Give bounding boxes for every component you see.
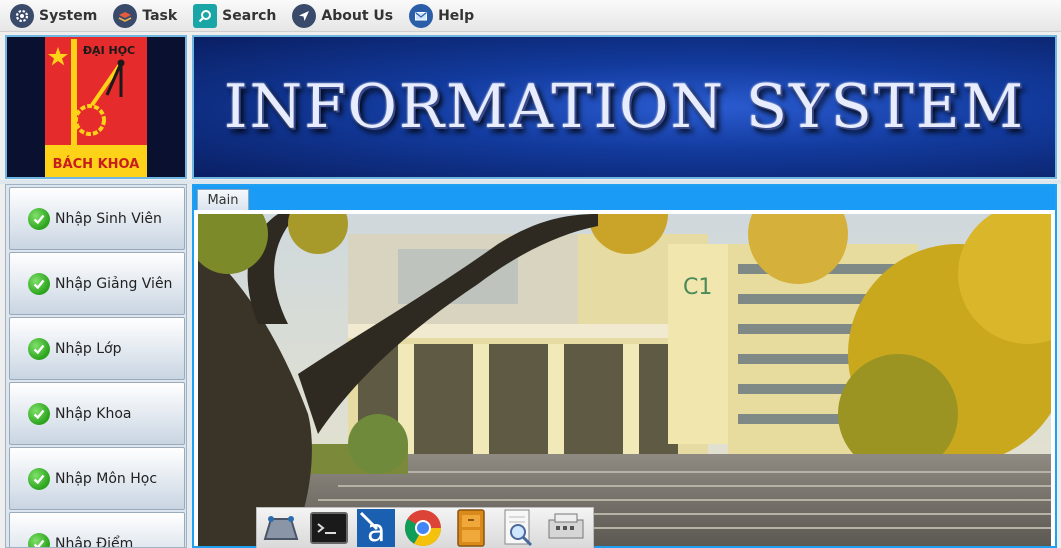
workspace-switcher-icon[interactable] bbox=[261, 509, 301, 547]
campus-building-photo: C1 bbox=[198, 214, 1051, 546]
svg-text:a: a bbox=[367, 514, 385, 547]
app-dock: a bbox=[256, 507, 594, 548]
sidebar-item-nhap-sinh-vien[interactable]: Nhập Sinh Viên bbox=[9, 187, 185, 250]
check-icon bbox=[28, 207, 50, 230]
menu-task[interactable]: Task bbox=[111, 2, 179, 30]
check-icon bbox=[28, 272, 50, 295]
sidebar-item-label: Nhập Khoa bbox=[55, 405, 132, 422]
tab-label: Main bbox=[207, 192, 239, 208]
check-icon bbox=[28, 467, 50, 490]
dictionary-app-icon[interactable]: a bbox=[356, 509, 396, 547]
navigation-arrow-icon bbox=[292, 3, 317, 28]
mail-icon bbox=[409, 3, 434, 28]
file-cabinet-icon[interactable] bbox=[451, 509, 491, 547]
menu-label: About Us bbox=[321, 7, 394, 24]
task-stack-icon bbox=[113, 3, 138, 28]
document-viewer-icon[interactable] bbox=[498, 509, 538, 547]
menu-label: Task bbox=[142, 7, 178, 24]
university-logo: ĐẠI HỌC BÁCH KHOA bbox=[45, 37, 147, 177]
check-icon bbox=[28, 532, 50, 547]
check-icon bbox=[28, 402, 50, 425]
banner-title: INFORMATION SYSTEM bbox=[223, 72, 1026, 142]
sidebar-item-nhap-lop[interactable]: Nhập Lớp bbox=[9, 317, 185, 380]
logo-bottom-text: BÁCH KHOA bbox=[53, 156, 140, 172]
menu-bar: System Task Search About Us Help bbox=[0, 0, 1061, 32]
sidebar-item-label: Nhập Giảng Viên bbox=[55, 275, 173, 292]
logo-panel: ĐẠI HỌC BÁCH KHOA bbox=[5, 35, 187, 179]
logo-top-text: ĐẠI HỌC bbox=[83, 44, 135, 57]
search-icon bbox=[193, 3, 218, 28]
sidebar-item-label: Nhập Điểm bbox=[55, 535, 134, 548]
banner-panel: INFORMATION SYSTEM bbox=[192, 35, 1057, 179]
sidebar-item-nhap-khoa[interactable]: Nhập Khoa bbox=[9, 382, 185, 445]
menu-system[interactable]: System bbox=[8, 2, 99, 30]
sidebar-item-label: Nhập Sinh Viên bbox=[55, 210, 162, 227]
menu-about-us[interactable]: About Us bbox=[290, 2, 395, 30]
sidebar-item-nhap-giang-vien[interactable]: Nhập Giảng Viên bbox=[9, 252, 185, 315]
sidebar-item-nhap-diem[interactable]: Nhập Điểm bbox=[9, 512, 185, 548]
menu-label: Help bbox=[438, 7, 475, 24]
tab-main[interactable]: Main bbox=[197, 189, 249, 210]
gear-icon bbox=[10, 3, 34, 28]
sidebar: Nhập Sinh Viên Nhập Giảng Viên Nhập Lớp … bbox=[5, 184, 187, 548]
sidebar-item-label: Nhập Lớp bbox=[55, 340, 122, 357]
menu-label: Search bbox=[222, 7, 277, 24]
network-printer-icon[interactable] bbox=[546, 509, 586, 547]
sidebar-item-label: Nhập Môn Học bbox=[55, 470, 158, 487]
application-window: System Task Search About Us Help ĐẠI HỌC… bbox=[0, 0, 1061, 548]
terminal-icon[interactable] bbox=[308, 509, 348, 547]
check-icon bbox=[28, 337, 50, 360]
svg-text:C1: C1 bbox=[683, 275, 712, 300]
menu-help[interactable]: Help bbox=[407, 2, 476, 30]
main-content-panel: Main C1 bbox=[192, 184, 1057, 548]
chrome-browser-icon[interactable] bbox=[403, 509, 443, 547]
menu-label: System bbox=[39, 7, 98, 24]
sidebar-item-nhap-mon-hoc[interactable]: Nhập Môn Học bbox=[9, 447, 185, 510]
menu-search[interactable]: Search bbox=[191, 2, 278, 30]
tab-strip: Main bbox=[194, 186, 1055, 210]
